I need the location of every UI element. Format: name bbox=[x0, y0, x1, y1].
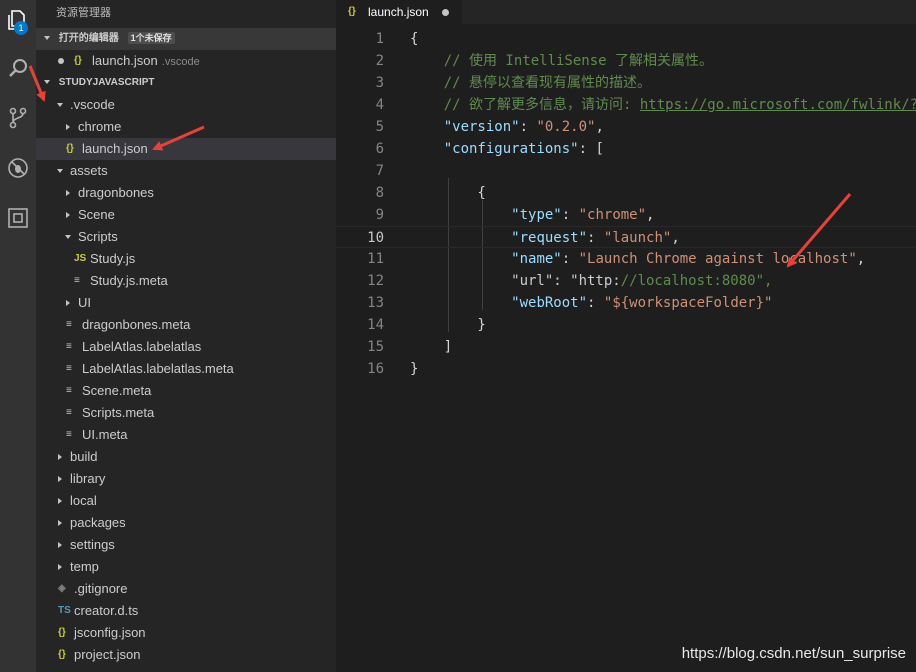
annotation-arrow bbox=[152, 125, 205, 151]
annotation-arrow bbox=[786, 193, 852, 268]
annotation-arrows bbox=[28, 65, 852, 268]
watermark: https://blog.csdn.net/sun_surprise bbox=[681, 645, 906, 662]
annotation-arrow bbox=[28, 65, 46, 102]
